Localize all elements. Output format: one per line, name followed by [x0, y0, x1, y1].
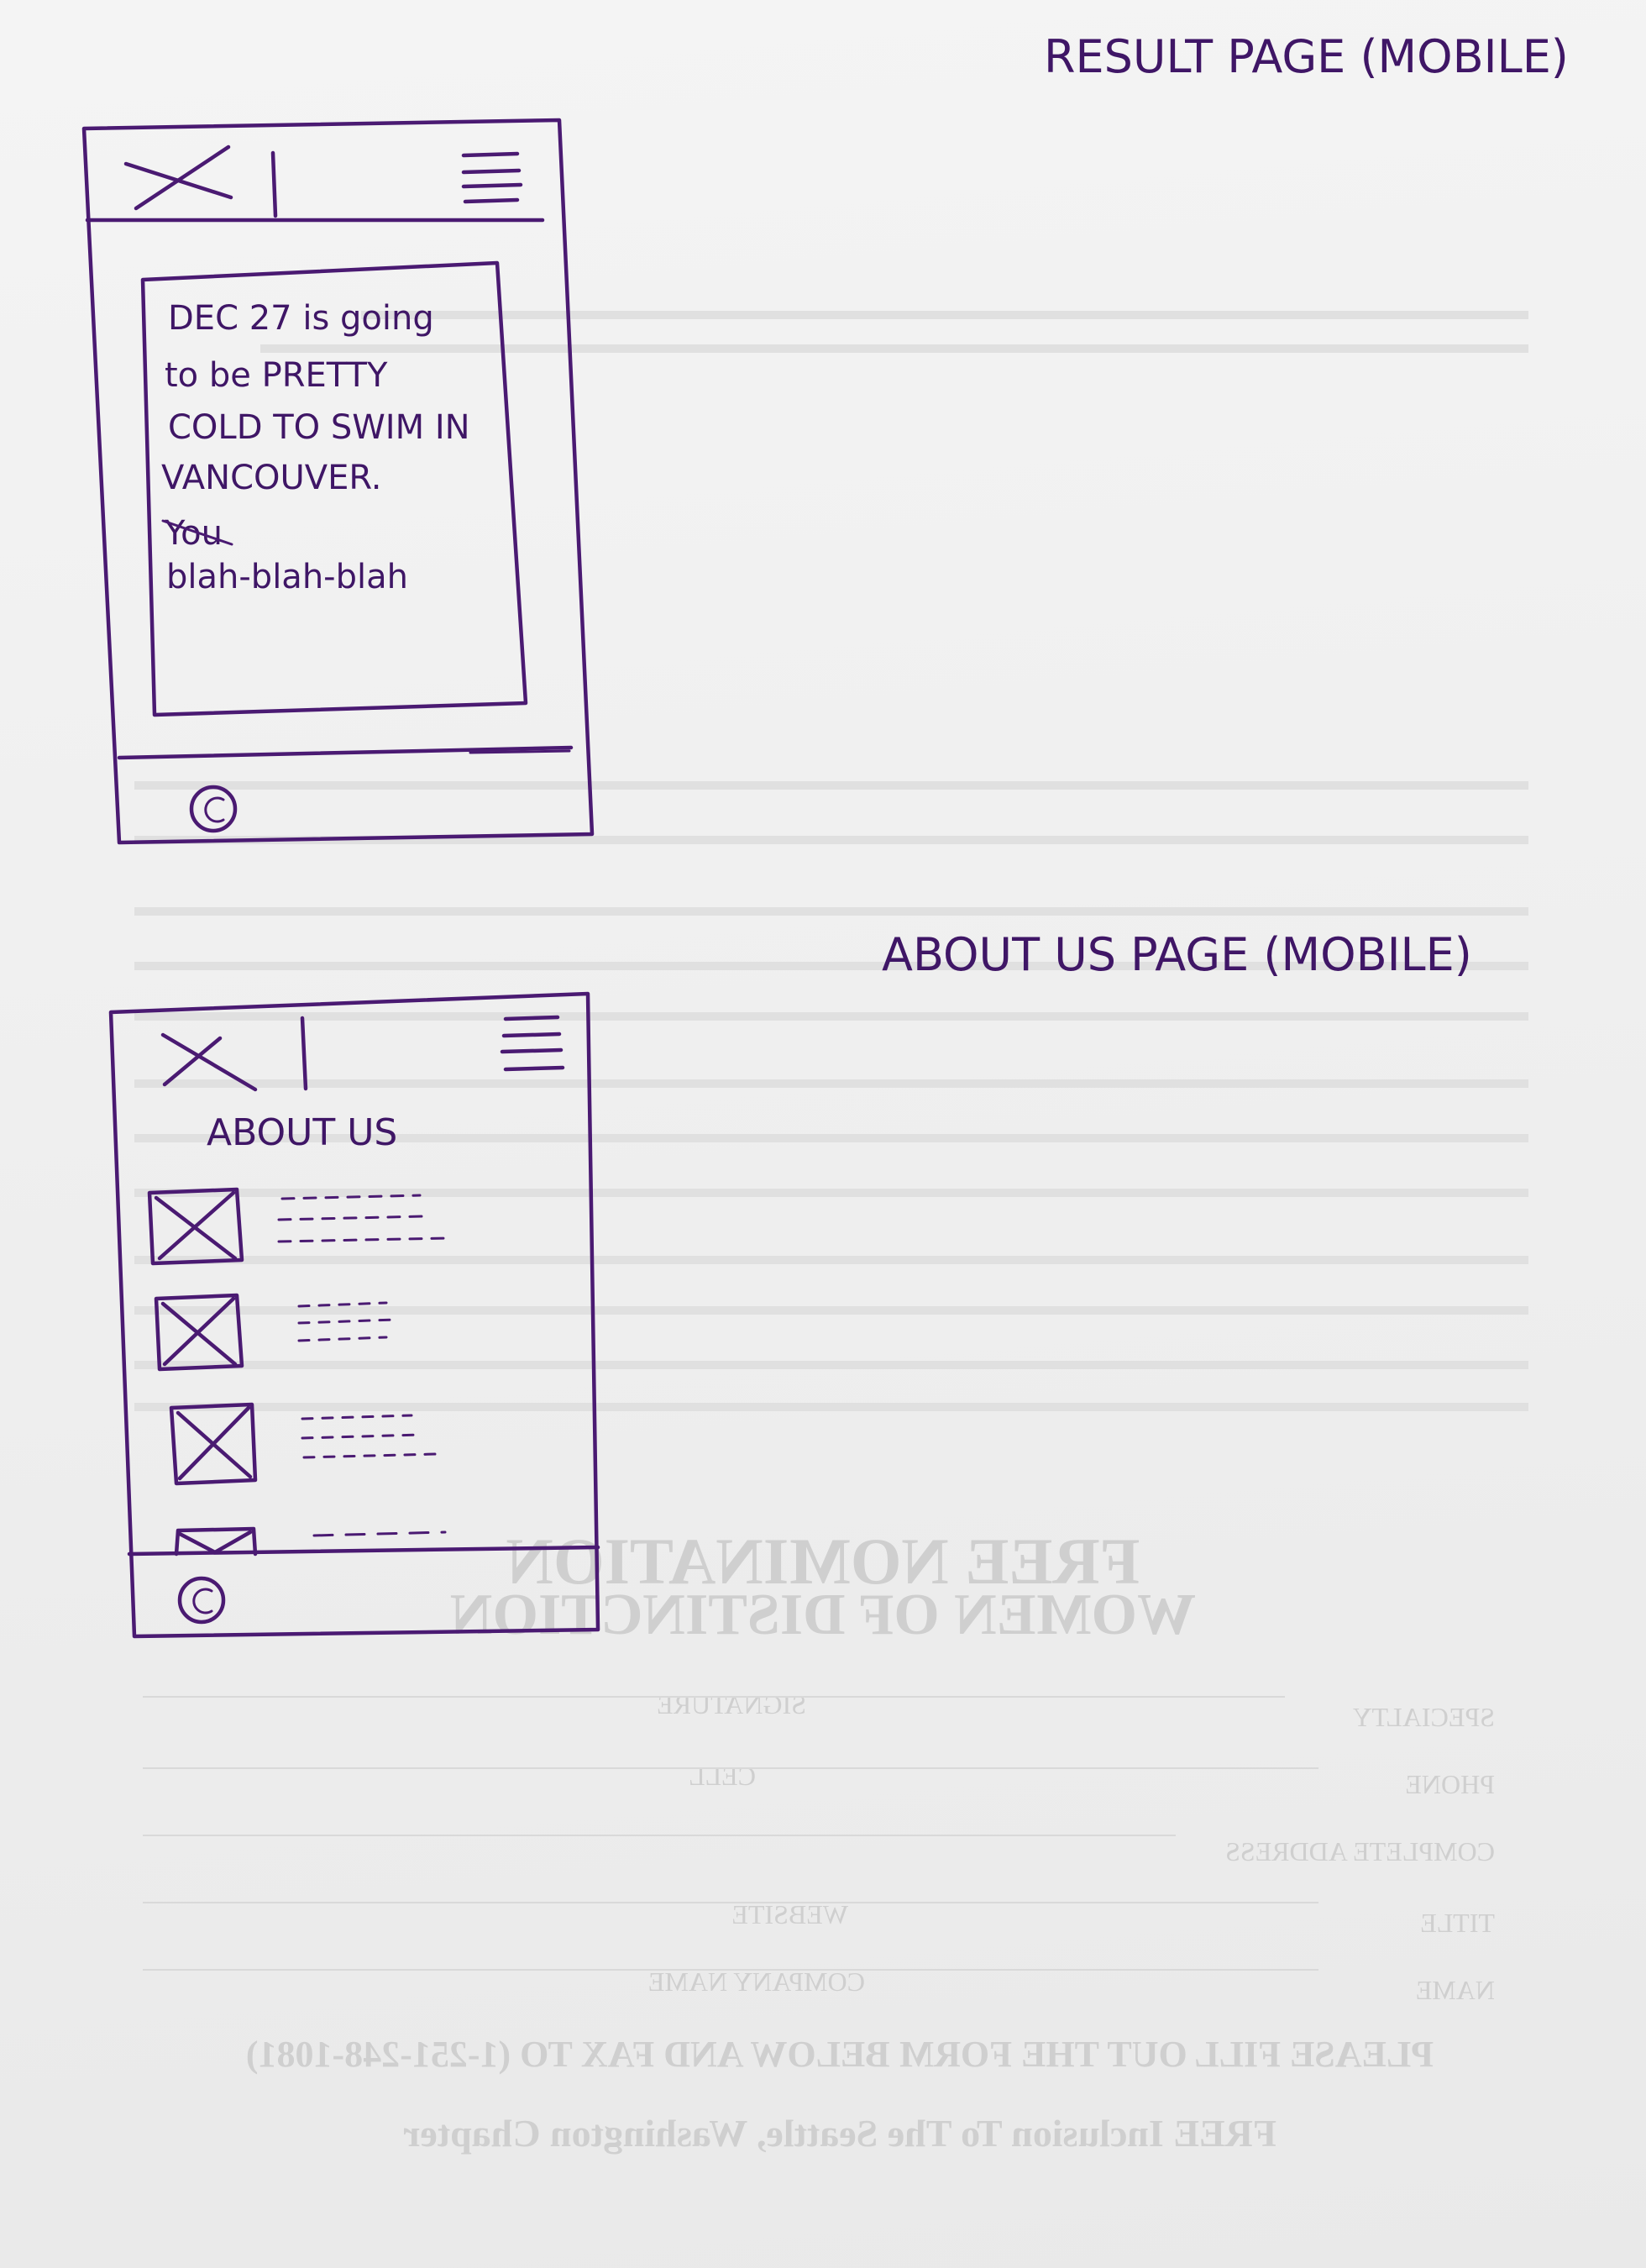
ghost-field-cell: CELL — [689, 1761, 756, 1791]
ghost-fax-line: PLEASE FILL OUT THE FORM BELOW AND FAX T… — [246, 2034, 1434, 2075]
hamburger-menu-icon[interactable] — [461, 151, 523, 204]
ghost-inclusion-line: FREE Inclusion To The Seattle, Washingto… — [403, 2112, 1276, 2155]
result-page-annotation: RESULT PAGE (MOBILE) — [1044, 30, 1569, 83]
about-page-annotation: ABOUT US PAGE (MOBILE) — [882, 928, 1472, 981]
list-item[interactable] — [147, 1187, 448, 1266]
wireframe-sketch: FREE NOMINATION WOMEN OF DISTINCTION PLE… — [81, 30, 1569, 2155]
result-phone-frame: DEC 27 is going to be PRETTY COLD TO SWI… — [81, 118, 595, 845]
message-line-5: You — [164, 514, 223, 553]
hamburger-menu-icon[interactable] — [500, 1015, 565, 1072]
message-line-2: to be PRETTY — [165, 356, 388, 395]
ghost-field-signature: SIGNATURE — [657, 1689, 806, 1719]
list-item[interactable] — [169, 1402, 438, 1486]
ghost-field-specialty: SPECIALTY — [1352, 1702, 1495, 1732]
ghost-field-name: NAME — [1416, 1975, 1495, 2005]
ghost-title-2: WOMEN OF DISTINCTION — [450, 1583, 1196, 1647]
message-line-3: COLD TO SWIM IN — [168, 408, 470, 447]
message-line-4: VANCOUVER. — [161, 459, 382, 497]
ghost-field-phone: PHONE — [1405, 1769, 1495, 1799]
message-line-6: blah-blah-blah — [166, 558, 408, 596]
ghost-field-title: TITLE — [1420, 1908, 1495, 1938]
x-placeholder-icon — [123, 144, 278, 218]
result-message-text: DEC 27 is going to be PRETTY COLD TO SWI… — [161, 299, 480, 596]
ghost-field-website: WEBSITE — [731, 1899, 848, 1929]
ghost-field-company: COMPANY NAME — [648, 1966, 865, 1997]
ghost-field-address: COMPLETE ADDRESS — [1225, 1836, 1495, 1866]
x-placeholder-icon — [160, 1016, 308, 1092]
message-line-1: DEC 27 is going — [168, 299, 434, 338]
about-title: ABOUT US — [207, 1111, 397, 1154]
